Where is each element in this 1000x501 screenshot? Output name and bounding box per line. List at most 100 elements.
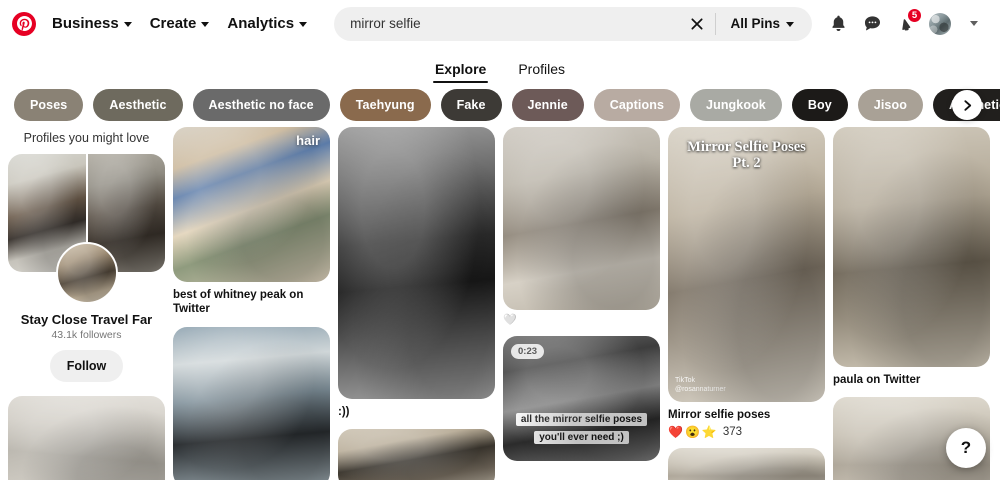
pin-caption: paula on Twitter bbox=[833, 373, 990, 387]
chip-jennie[interactable]: Jennie bbox=[512, 89, 584, 121]
chip-taehyung[interactable]: Taehyung bbox=[340, 89, 431, 121]
filter-chip-bar[interactable]: Poses Aesthetic Aesthetic no face Taehyu… bbox=[0, 83, 1000, 127]
pin-caption: :)) bbox=[338, 405, 495, 419]
chevron-down-icon bbox=[786, 22, 794, 27]
pin-card[interactable]: :)) bbox=[338, 127, 495, 419]
pin-title-line: Mirror Selfie Poses bbox=[687, 139, 806, 155]
chip-label: Jennie bbox=[528, 98, 568, 112]
pin-column-3: 🤍 0:23 all the mirror selfie poses you'l… bbox=[503, 127, 660, 471]
tab-explore-label: Explore bbox=[435, 61, 486, 77]
tab-profiles-label: Profiles bbox=[518, 61, 565, 77]
search-tabs: Explore Profiles bbox=[0, 47, 1000, 83]
chip-label: Jungkook bbox=[706, 98, 766, 112]
watermark-label: TikTok bbox=[675, 377, 695, 384]
pin-caption: best of whitney peak on Twitter bbox=[173, 288, 330, 317]
pin-image[interactable] bbox=[338, 429, 495, 480]
reaction-wow-icon: 😮 bbox=[685, 426, 700, 438]
chip-jisoo[interactable]: Jisoo bbox=[858, 89, 923, 121]
pin-card[interactable]: 🤍 bbox=[503, 127, 660, 326]
chip-label: Aesthetic bbox=[109, 98, 166, 112]
account-chevron-down-icon[interactable] bbox=[958, 8, 990, 40]
pin-image[interactable] bbox=[503, 127, 660, 310]
pin-card[interactable] bbox=[668, 448, 825, 480]
chip-captions[interactable]: Captions bbox=[594, 89, 680, 121]
megaphone-icon[interactable]: 5 bbox=[890, 8, 922, 40]
chevron-right-icon[interactable] bbox=[952, 90, 982, 120]
pin-image[interactable]: Mirror Selfie Poses Pt. 2 TikTok @rosann… bbox=[668, 127, 825, 402]
pin-card[interactable]: hair best of whitney peak on Twitter bbox=[173, 127, 330, 317]
chip-poses[interactable]: Poses bbox=[14, 89, 83, 121]
chip-label: Taehyung bbox=[356, 98, 415, 112]
search-input[interactable] bbox=[350, 16, 681, 31]
nav-create[interactable]: Create bbox=[141, 8, 219, 39]
pin-image[interactable] bbox=[8, 396, 165, 480]
nav-analytics[interactable]: Analytics bbox=[218, 8, 316, 39]
pin-column-4: Mirror Selfie Poses Pt. 2 TikTok @rosann… bbox=[668, 127, 825, 480]
nav-create-label: Create bbox=[150, 15, 197, 32]
video-duration-badge: 0:23 bbox=[511, 344, 544, 359]
chevron-down-icon bbox=[201, 22, 209, 27]
profile-avatar[interactable] bbox=[56, 242, 118, 304]
nav-business[interactable]: Business bbox=[43, 8, 141, 39]
chat-bubble-icon[interactable] bbox=[856, 8, 888, 40]
pin-overlay-line: you'll ever need ;) bbox=[534, 431, 629, 444]
close-icon[interactable] bbox=[681, 8, 713, 40]
watermark-handle: @rosannaturner bbox=[675, 386, 726, 393]
pin-overlay-line: all the mirror selfie poses bbox=[516, 413, 647, 426]
pin-card[interactable]: paula on Twitter bbox=[833, 127, 990, 387]
pin-caption: Mirror selfie poses bbox=[668, 408, 825, 422]
all-pins-selector[interactable]: All Pins bbox=[718, 9, 808, 38]
sidebar-title: Profiles you might love bbox=[8, 127, 165, 154]
pin-title-overlay: Mirror Selfie Poses Pt. 2 bbox=[668, 139, 825, 171]
pin-image[interactable] bbox=[338, 127, 495, 399]
pin-card[interactable]: 0:23 all the mirror selfie poses you'll … bbox=[503, 336, 660, 461]
sidebar-profiles-column: Profiles you might love Stay Close Trave… bbox=[8, 127, 165, 480]
pin-reactions[interactable]: ❤️ 😮 ⭐ 373 bbox=[668, 426, 825, 438]
pin-image[interactable]: hair bbox=[173, 127, 330, 282]
pinterest-logo-icon[interactable] bbox=[12, 12, 36, 36]
pin-grid: Profiles you might love Stay Close Trave… bbox=[0, 127, 1000, 480]
avatar[interactable] bbox=[924, 8, 956, 40]
notification-badge: 5 bbox=[907, 8, 922, 23]
chip-label: Aesthetic no face bbox=[209, 98, 314, 112]
pin-card[interactable]: Mirror Selfie Poses Pt. 2 TikTok @rosann… bbox=[668, 127, 825, 438]
chip-label: Captions bbox=[610, 98, 664, 112]
follow-button[interactable]: Follow bbox=[50, 350, 124, 382]
pin-overlay-text: hair bbox=[296, 133, 320, 148]
pin-card[interactable] bbox=[8, 396, 165, 480]
chip-boy[interactable]: Boy bbox=[792, 89, 848, 121]
header-icon-group: 5 bbox=[822, 8, 990, 40]
nav-business-label: Business bbox=[52, 15, 119, 32]
nav-analytics-label: Analytics bbox=[227, 15, 294, 32]
tab-explore[interactable]: Explore bbox=[435, 61, 486, 83]
profile-card[interactable] bbox=[8, 154, 165, 272]
help-button[interactable]: ? bbox=[946, 428, 986, 468]
search-bar[interactable]: All Pins bbox=[334, 7, 812, 41]
chip-label: Poses bbox=[30, 98, 67, 112]
chip-jungkook[interactable]: Jungkook bbox=[690, 89, 782, 121]
pin-card[interactable] bbox=[338, 429, 495, 480]
chip-label: Boy bbox=[808, 98, 832, 112]
pin-image[interactable]: 0:23 all the mirror selfie poses you'll … bbox=[503, 336, 660, 461]
app-header: Business Create Analytics All Pins 5 bbox=[0, 0, 1000, 47]
pin-title-line: Pt. 2 bbox=[732, 155, 760, 171]
tab-profiles[interactable]: Profiles bbox=[518, 61, 565, 83]
all-pins-label: All Pins bbox=[730, 16, 780, 31]
reaction-heart-icon: ❤️ bbox=[668, 426, 683, 438]
chip-fake[interactable]: Fake bbox=[441, 89, 502, 121]
chip-label: Fake bbox=[457, 98, 486, 112]
tiktok-watermark-icon: TikTok @rosannaturner bbox=[675, 377, 726, 394]
pin-image[interactable] bbox=[173, 327, 330, 480]
bell-icon[interactable] bbox=[822, 8, 854, 40]
reaction-star-icon: ⭐ bbox=[702, 426, 717, 438]
pin-image[interactable] bbox=[833, 127, 990, 367]
chip-aesthetic[interactable]: Aesthetic bbox=[93, 89, 182, 121]
pin-image[interactable] bbox=[668, 448, 825, 480]
pin-column-1: hair best of whitney peak on Twitter bbox=[173, 127, 330, 480]
chip-aesthetic-no-face[interactable]: Aesthetic no face bbox=[193, 89, 330, 121]
pin-card[interactable] bbox=[173, 327, 330, 480]
pin-column-2: :)) bbox=[338, 127, 495, 480]
profile-name: Stay Close Travel Far bbox=[8, 312, 165, 327]
profile-followers: 43.1k followers bbox=[8, 329, 165, 341]
chevron-down-icon bbox=[299, 22, 307, 27]
